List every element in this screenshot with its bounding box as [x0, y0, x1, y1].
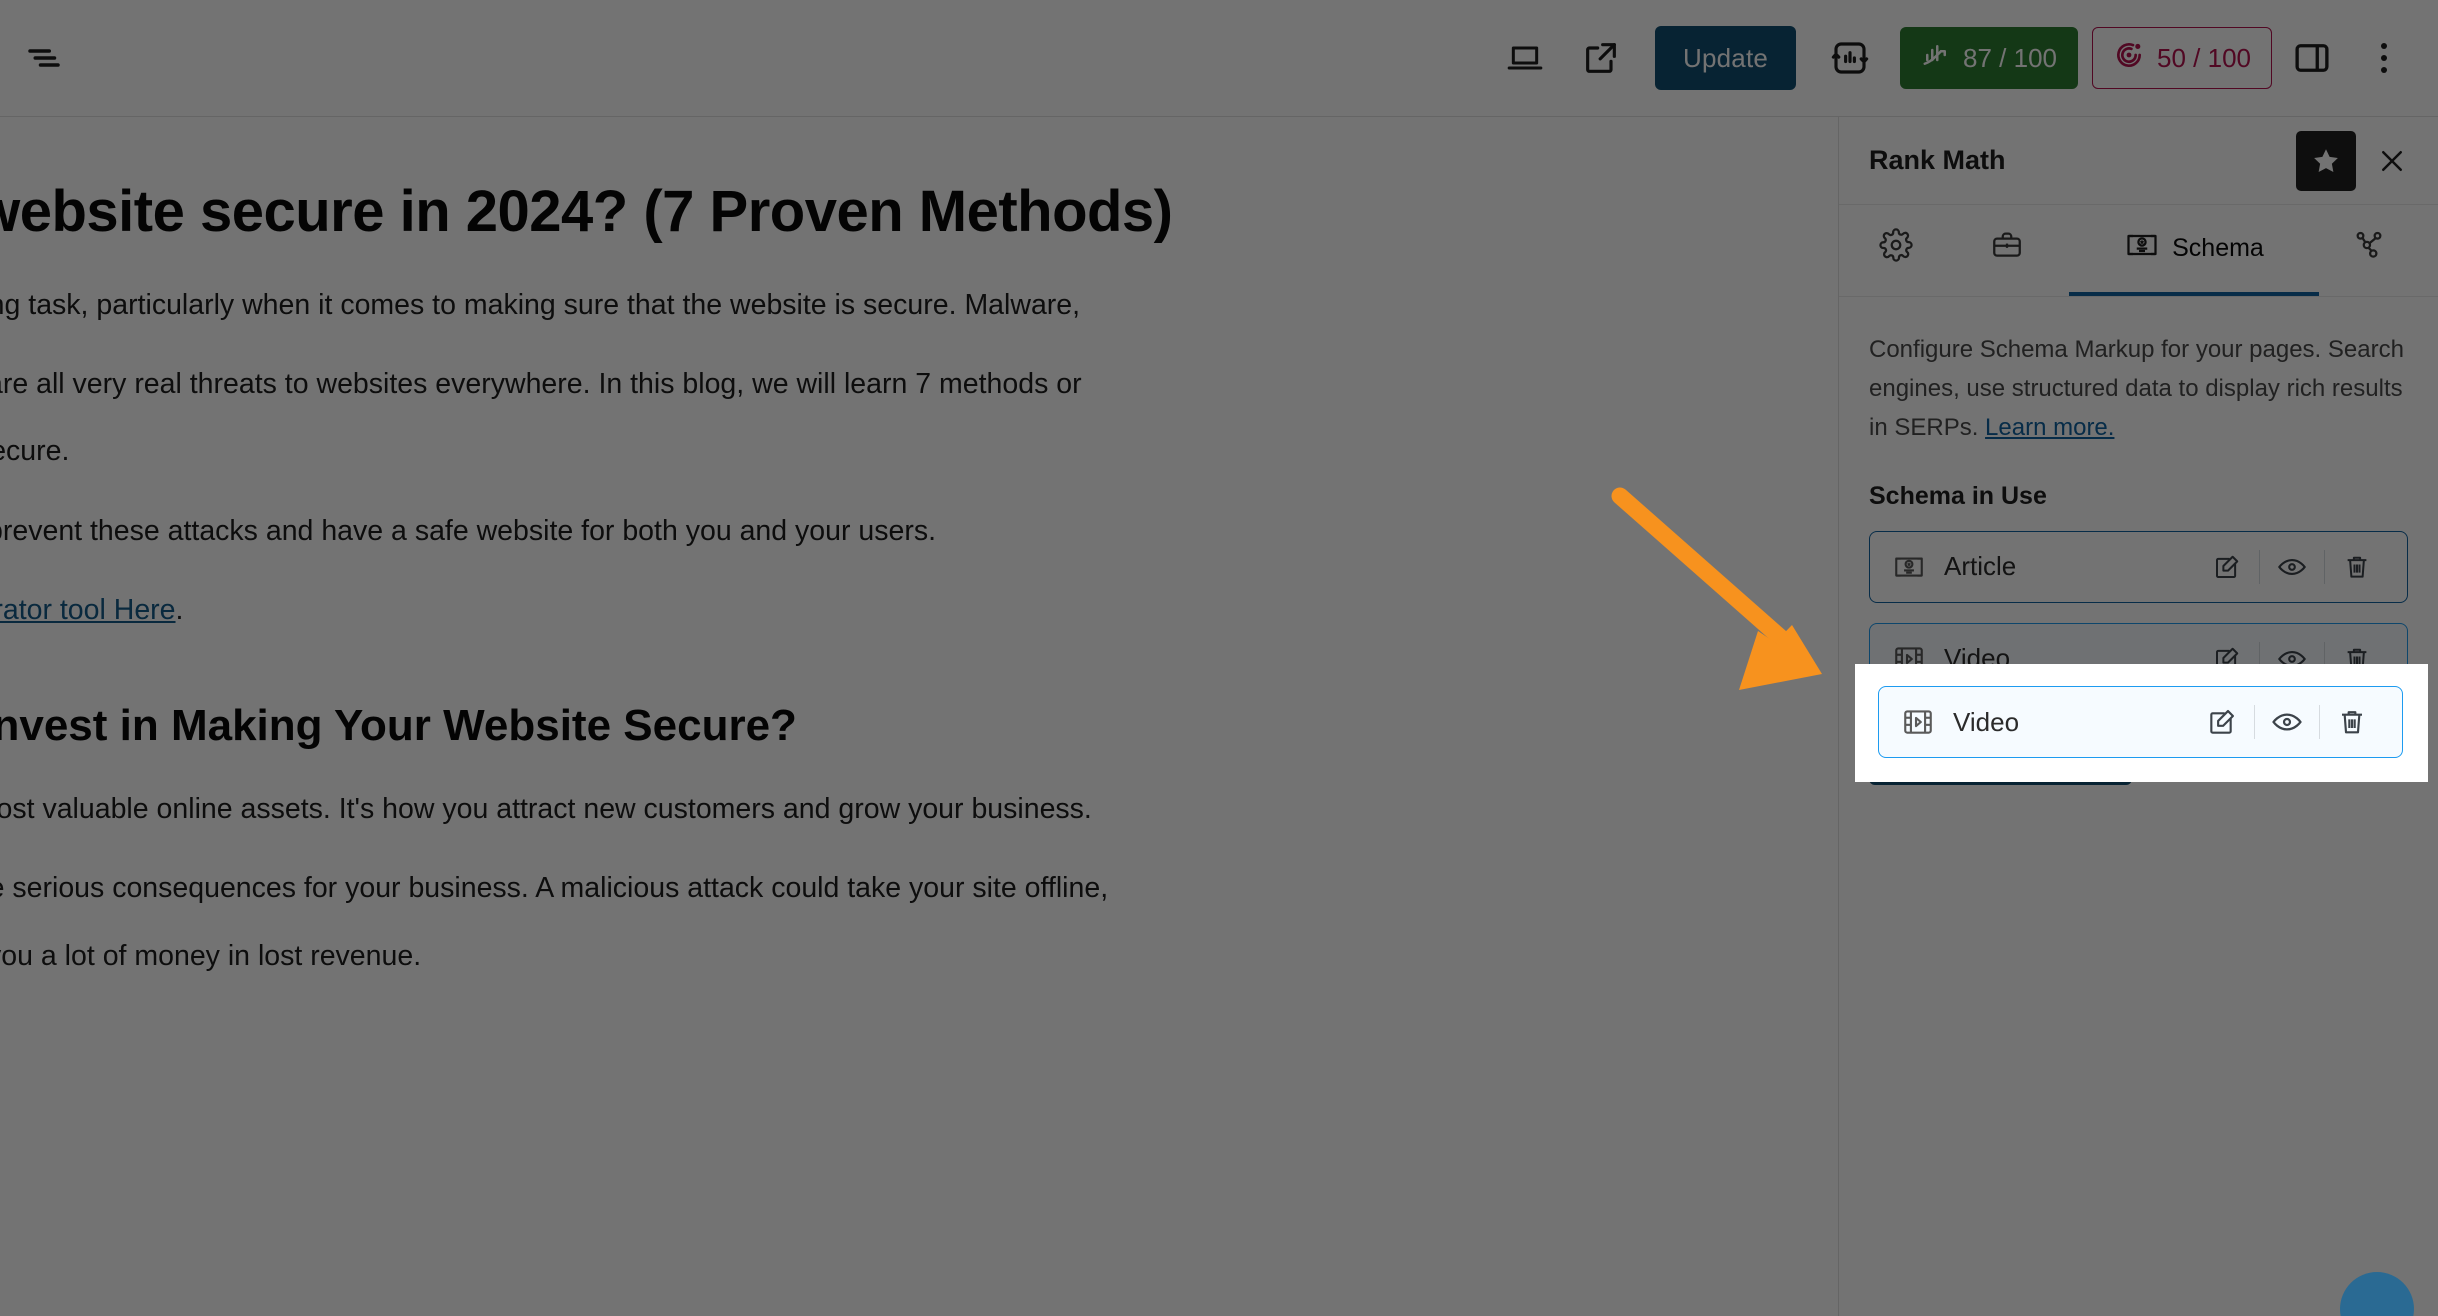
schema-card-video-highlighted[interactable]: Video — [1878, 686, 2403, 758]
seo-score-value: 87 / 100 — [1963, 42, 2058, 73]
briefcase-icon — [1990, 228, 2024, 269]
gear-icon — [1879, 228, 1914, 269]
ai-target-icon — [2113, 39, 2145, 78]
sidebar-header-actions — [2296, 130, 2416, 191]
eye-icon[interactable] — [2255, 698, 2319, 746]
tab-general[interactable] — [1847, 205, 1958, 296]
editor-canvas: ...ake a website secure in 2024? (7 Prov… — [0, 117, 1838, 1316]
tab-links[interactable] — [2319, 205, 2430, 296]
link-trailing-text: . — [175, 593, 184, 626]
desktop-preview-icon[interactable] — [1489, 22, 1561, 94]
trash-icon[interactable] — [2320, 698, 2384, 746]
view-post-external-icon[interactable] — [1565, 22, 1637, 94]
post-title[interactable]: ...ake a website secure in 2024? (7 Prov… — [0, 177, 1830, 247]
paragraph-block[interactable]: ...-based attacks are all very real thre… — [0, 364, 1830, 405]
ai-score-value: 50 / 100 — [2157, 42, 2251, 73]
schema-certificate-icon — [1892, 550, 1926, 584]
eye-icon[interactable] — [2260, 543, 2324, 591]
post-heading-2[interactable]: ...Need to Invest in Making Your Website… — [0, 701, 1830, 751]
paragraph-block[interactable]: ...n take steps to prevent these attacks… — [0, 511, 1830, 552]
update-button[interactable]: Update — [1654, 26, 1797, 90]
close-icon[interactable] — [2368, 137, 2416, 185]
tab-schema[interactable]: Schema — [2068, 205, 2320, 296]
credit-card-generator-link[interactable]: Credit Card Generator tool Here — [0, 594, 176, 626]
kebab-options-icon[interactable] — [2352, 22, 2416, 94]
schema-name: Article — [1944, 551, 2017, 582]
paragraph-block[interactable]: ...ake a website secure. — [0, 431, 1830, 472]
paragraph-block[interactable]: ...ly one of your most valuable online a… — [0, 789, 1830, 830]
paragraph-block[interactable]: ...breach can have serious consequences … — [0, 868, 1830, 909]
edit-pencil-icon[interactable] — [2195, 543, 2259, 591]
trash-icon[interactable] — [2325, 543, 2389, 591]
schema-certificate-icon — [2124, 227, 2160, 270]
tab-social[interactable] — [1958, 205, 2069, 296]
tab-schema-label: Schema — [2172, 234, 2264, 262]
star-icon[interactable] — [2296, 130, 2356, 191]
post-content[interactable]: ...ake a website secure in 2024? (7 Prov… — [0, 117, 1830, 977]
toolbar-left-group — [0, 22, 80, 94]
spotlight-highlight-video: Video — [1855, 664, 2428, 782]
schema-description-text: Configure Schema Markup for your pages. … — [1869, 336, 2404, 441]
document-outline-icon[interactable] — [8, 22, 80, 94]
toolbar-right-group: Update 87 / 100 50 / 100 — [1489, 22, 2438, 94]
learn-more-link[interactable]: Learn more. — [1985, 414, 2114, 441]
post-stats-icon[interactable] — [1814, 22, 1886, 94]
editor-toolbar: Update 87 / 100 50 / 100 — [0, 0, 2438, 117]
schema-in-use-title: Schema in Use — [1869, 481, 2047, 510]
paragraph-block-with-link[interactable]: Credit Card Generator tool Here. — [0, 590, 1830, 631]
schema-name: Video — [1953, 706, 2020, 737]
film-strip-icon — [1901, 705, 1935, 739]
edit-pencil-icon[interactable] — [2190, 698, 2254, 746]
schema-card-actions — [2190, 698, 2384, 746]
sidebar-header: Rank Math — [1839, 117, 2438, 205]
ai-score-badge[interactable]: 50 / 100 — [2092, 27, 2272, 89]
paragraph-block[interactable]: ...can be a daunting task, particularly … — [0, 285, 1830, 326]
paragraph-block[interactable]: ...ation, and cost you a lot of money in… — [0, 936, 1830, 977]
sidebar-title: Rank Math — [1869, 145, 2006, 175]
settings-sidebar-icon[interactable] — [2276, 22, 2348, 94]
schema-description: Configure Schema Markup for your pages. … — [1869, 331, 2408, 448]
sidebar-tabs: Schema — [1839, 205, 2438, 297]
link-graph-icon — [2352, 228, 2386, 269]
schema-card-article[interactable]: Article — [1869, 530, 2408, 603]
seo-score-badge[interactable]: 87 / 100 — [1900, 27, 2079, 89]
schema-card-actions — [2195, 543, 2389, 591]
seo-score-icon — [1921, 40, 1951, 77]
